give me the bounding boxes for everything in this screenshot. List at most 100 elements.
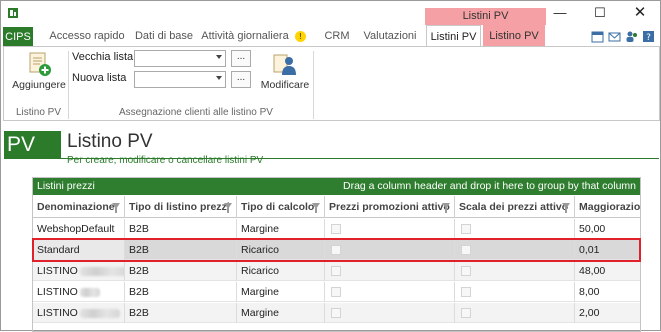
ribbon-tabs: CIPS Accesso rapido Dati di base Attivit… <box>1 25 660 48</box>
table-row[interactable]: LISTINO B2B Margine 2,00 <box>33 303 640 323</box>
app-window: Listini PV — ☐ ✕ CIPS Accesso rapido Dat… <box>0 0 661 332</box>
price-list-grid: Listini prezzi Drag a column header and … <box>32 177 641 332</box>
filter-icon[interactable] <box>224 203 232 213</box>
cell-scala-prezzi <box>455 219 575 239</box>
cell-denominazione: LISTINO <box>33 261 125 281</box>
cell-tipo-calcolo: Ricarico <box>237 261 325 281</box>
ribbon-panel: Aggiungere Listino PV Vecchia lista ... … <box>3 46 660 121</box>
checkbox[interactable] <box>461 308 471 318</box>
checkbox[interactable] <box>331 266 341 276</box>
group-panel-hint[interactable]: Drag a column header and drop it here to… <box>343 178 636 195</box>
users-icon[interactable] <box>625 30 638 43</box>
column-header-denominazione[interactable]: Denominazione <box>33 196 125 218</box>
new-list-label: Nuova lista <box>72 72 127 84</box>
grid-header-bar: Listini prezzi Drag a column header and … <box>33 178 640 195</box>
add-document-icon <box>29 52 51 76</box>
page-title: Listino PV <box>67 131 153 152</box>
calendar-icon[interactable] <box>591 30 604 43</box>
column-header-label: Tipo di calcolo <box>241 201 315 213</box>
group-separator <box>68 51 69 119</box>
mail-icon[interactable] <box>608 30 621 43</box>
group-label-listino: Listino PV <box>16 107 62 118</box>
checkbox[interactable] <box>461 245 471 255</box>
minimize-icon[interactable]: — <box>552 5 568 21</box>
table-row[interactable]: LISTINO B2B Ricarico 48,00 <box>33 261 640 281</box>
column-header-label: Tipo di listino prezzi <box>129 201 230 213</box>
tab-attivita-giornaliera[interactable]: Attività giornaliera <box>199 25 291 47</box>
column-header-tipo-calcolo[interactable]: Tipo di calcolo <box>237 196 325 218</box>
tab-crm[interactable]: CRM <box>319 25 355 47</box>
modify-button-label: Modificare <box>260 79 310 91</box>
add-button[interactable]: Aggiungere <box>12 51 66 91</box>
checkbox[interactable] <box>461 266 471 276</box>
tab-listino-pv[interactable]: Listino PV <box>483 25 545 47</box>
tab-accesso-rapido[interactable]: Accesso rapido <box>45 25 129 47</box>
cell-maggiorazione: 8,00 <box>579 286 600 298</box>
column-header-label: Denominazione <box>37 201 115 213</box>
page-badge: PV <box>4 131 61 158</box>
redacted-text <box>79 266 124 276</box>
cell-maggiorazione: 0,01 <box>579 244 600 256</box>
maximize-icon[interactable]: ☐ <box>592 5 608 21</box>
column-header-label: Prezzi promozioni attivo <box>329 201 450 213</box>
cell-tipo-listino: B2B <box>125 261 237 281</box>
cell-denominazione: LISTINO <box>33 282 125 302</box>
group-label-assign: Assegnazione clienti alle listino PV <box>119 107 273 118</box>
filter-icon[interactable] <box>562 203 570 213</box>
app-icon <box>8 8 18 18</box>
cell-scala-prezzi <box>455 240 575 260</box>
checkbox[interactable] <box>331 245 341 255</box>
grid-title: Listini prezzi <box>37 180 95 192</box>
cell-tipo-calcolo: Margine <box>237 303 325 323</box>
cell-denominazione-text: LISTINO <box>37 307 78 319</box>
context-tab-title: Listini PV <box>462 10 509 22</box>
cell-denominazione-text: LISTINO <box>37 265 78 277</box>
checkbox[interactable] <box>331 308 341 318</box>
tab-listini-pv[interactable]: Listini PV <box>426 25 481 48</box>
cell-prezzi-promozioni <box>325 303 455 323</box>
filter-icon[interactable] <box>312 203 320 213</box>
cell-maggiorazione: 48,00 <box>579 265 606 277</box>
column-header-tipo-listino[interactable]: Tipo di listino prezzi <box>125 196 237 218</box>
chevron-down-icon <box>216 76 222 80</box>
cell-denominazione-text: LISTINO <box>37 286 78 298</box>
cell-tipo-calcolo: Ricarico <box>237 240 325 260</box>
cell-prezzi-promozioni <box>325 240 455 260</box>
checkbox[interactable] <box>461 287 471 297</box>
close-icon[interactable]: ✕ <box>632 5 648 21</box>
cell-tipo-listino: B2B <box>125 282 237 302</box>
checkbox[interactable] <box>331 224 341 234</box>
filter-icon[interactable] <box>112 203 120 213</box>
table-row[interactable]: WebshopDefault B2B Margine 50,00 <box>33 219 640 239</box>
table-row-selected[interactable]: Standard B2B Ricarico 0,01 <box>33 240 640 260</box>
filter-icon[interactable] <box>442 203 450 213</box>
modify-button[interactable]: Modificare <box>258 51 312 91</box>
column-header-prezzi-promozioni[interactable]: Prezzi promozioni attivo <box>325 196 455 218</box>
table-row[interactable]: LISTINO B2B Margine 8,00 <box>33 282 640 302</box>
cell-tipo-listino: B2B <box>125 240 237 260</box>
warning-icon[interactable]: ! <box>295 31 306 42</box>
column-header-label: Scala dei prezzi attivo <box>459 201 569 213</box>
column-header-scala-prezzi[interactable]: Scala dei prezzi attivo <box>455 196 575 218</box>
cell-tipo-calcolo: Margine <box>237 282 325 302</box>
column-header-maggiorazione[interactable]: Maggiorazio <box>575 196 641 218</box>
page-subtitle: Per creare, modificare o cancellare list… <box>67 155 264 166</box>
old-list-combo[interactable] <box>134 50 226 67</box>
cell-denominazione: LISTINO <box>33 303 125 323</box>
tab-valutazioni[interactable]: Valutazioni <box>359 25 421 47</box>
tab-dati-di-base[interactable]: Dati di base <box>131 25 197 47</box>
old-list-browse-button[interactable]: ... <box>231 50 251 67</box>
new-list-browse-button[interactable]: ... <box>231 71 251 88</box>
tab-cips[interactable]: CIPS <box>3 27 33 47</box>
column-header-label: Maggiorazio <box>579 201 641 213</box>
checkbox[interactable] <box>461 224 471 234</box>
new-list-combo[interactable] <box>134 71 226 88</box>
help-icon[interactable]: ? <box>642 30 655 43</box>
checkbox[interactable] <box>331 287 341 297</box>
title-bar: Listini PV — ☐ ✕ <box>1 1 660 25</box>
cell-denominazione: WebshopDefault <box>33 219 125 239</box>
cell-denominazione: Standard <box>33 240 125 260</box>
redacted-text <box>79 308 120 318</box>
cell-tipo-calcolo: Margine <box>237 219 325 239</box>
cell-prezzi-promozioni <box>325 282 455 302</box>
